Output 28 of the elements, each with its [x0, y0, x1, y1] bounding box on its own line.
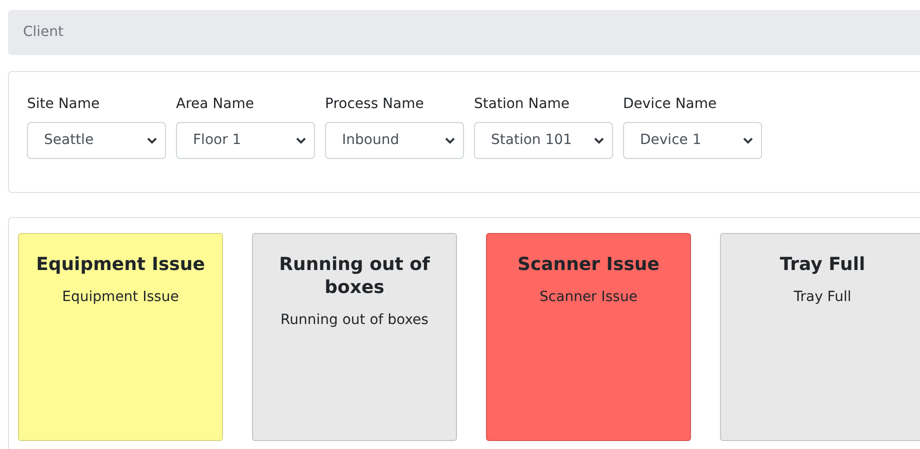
chevron-down-icon [594, 137, 604, 144]
card-description: Running out of boxes [280, 311, 428, 330]
field-label: Area Name [176, 95, 254, 114]
field-label: Site Name [27, 95, 100, 114]
issue-card[interactable]: Tray Full Tray Full [720, 233, 920, 441]
field-label: Process Name [325, 95, 424, 114]
issue-card[interactable]: Equipment Issue Equipment Issue [18, 233, 223, 441]
field-label: Station Name [474, 95, 570, 114]
card-title: Running out of boxes [278, 253, 431, 299]
select-field[interactable]: Station 101 [474, 122, 613, 159]
select-field[interactable]: Inbound [325, 122, 464, 159]
select-field[interactable]: Device 1 [623, 122, 762, 159]
card-description: Equipment Issue [62, 288, 179, 307]
select-field[interactable]: Floor 1 [176, 122, 315, 159]
card-title: Equipment Issue [35, 253, 206, 276]
card-description: Tray Full [794, 288, 852, 307]
card-title: Tray Full [778, 253, 866, 276]
chevron-down-icon [445, 137, 455, 144]
chevron-down-icon [743, 137, 753, 144]
field-label: Device Name [623, 95, 717, 114]
issue-card[interactable]: Running out of boxes Running out of boxes [252, 233, 457, 441]
client-bar: Client [8, 10, 920, 55]
chevron-down-icon [147, 137, 157, 144]
issue-card[interactable]: Scanner Issue Scanner Issue [486, 233, 691, 441]
card-title: Scanner Issue [516, 253, 660, 276]
card-description: Scanner Issue [540, 288, 638, 307]
chevron-down-icon [296, 137, 306, 144]
select-field[interactable]: Seattle [27, 122, 166, 159]
